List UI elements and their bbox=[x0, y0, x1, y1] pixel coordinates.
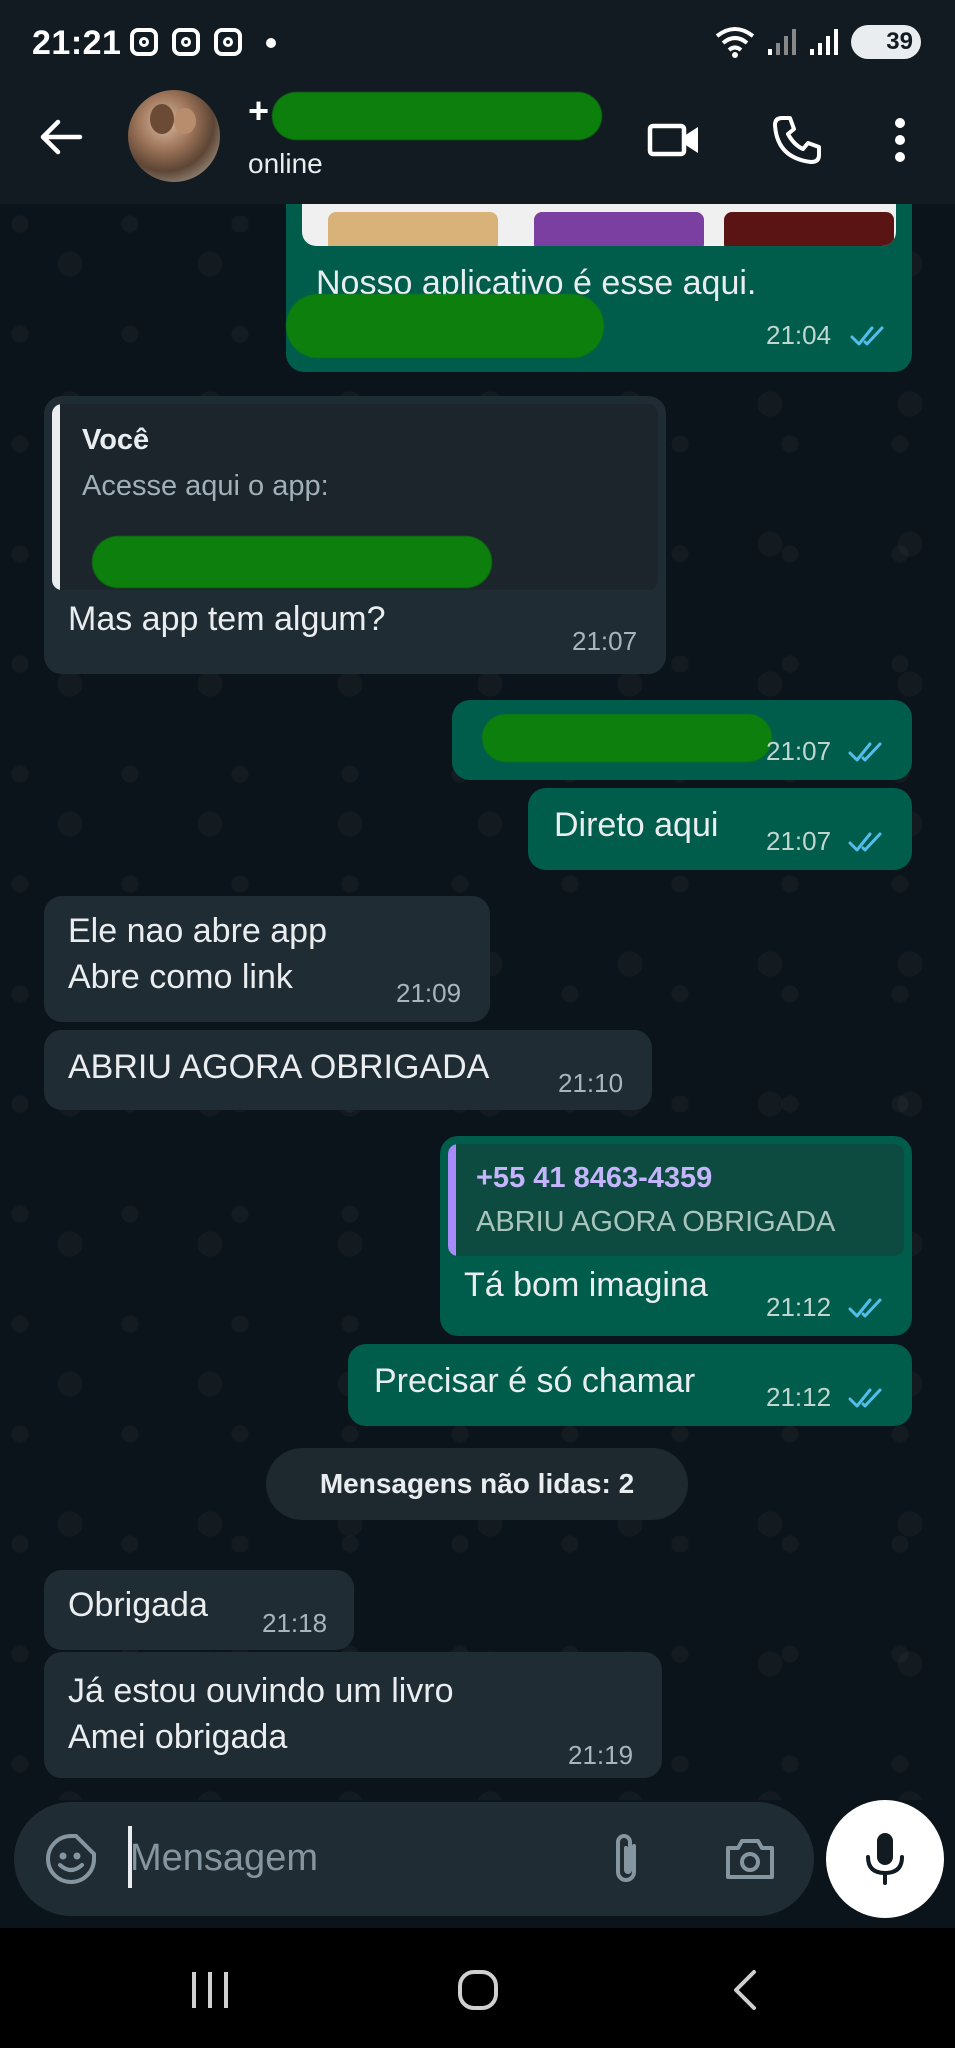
message-text: Tá bom imagina bbox=[464, 1266, 708, 1304]
message-text: Obrigada bbox=[68, 1586, 208, 1624]
instagram-notification-icon bbox=[172, 28, 200, 56]
read-ticks-icon bbox=[848, 832, 882, 852]
message-time: 21:04 bbox=[766, 320, 832, 350]
paperclip-icon[interactable] bbox=[606, 1830, 646, 1888]
more-notifications-dot-icon bbox=[266, 38, 276, 48]
read-ticks-icon bbox=[850, 326, 884, 346]
quote-bar bbox=[52, 404, 60, 590]
message-bubble-incoming[interactable]: Obrigada 21:18 bbox=[44, 1570, 354, 1650]
message-bubble-outgoing[interactable]: Nosso aplicativo é esse aqui. 21:04 bbox=[286, 204, 912, 372]
redacted-link bbox=[92, 536, 492, 588]
message-time: 21:19 bbox=[568, 1740, 634, 1770]
redacted-contact-number bbox=[272, 92, 602, 140]
signal-icon bbox=[768, 29, 796, 55]
message-time: 21:07 bbox=[766, 826, 832, 856]
redacted-link bbox=[286, 294, 604, 358]
quote-author: Você bbox=[82, 424, 150, 456]
video-call-icon[interactable] bbox=[646, 112, 702, 168]
contact-avatar[interactable] bbox=[128, 90, 220, 182]
read-ticks-icon bbox=[848, 742, 882, 762]
arrow-left-icon[interactable] bbox=[36, 112, 86, 162]
message-bubble-outgoing[interactable]: Direto aqui 21:07 bbox=[528, 788, 912, 870]
preview-thumbnail bbox=[328, 212, 498, 246]
message-time: 21:09 bbox=[396, 978, 462, 1008]
chat-header: + online bbox=[0, 84, 955, 204]
message-text: ABRIU AGORA OBRIGADA bbox=[68, 1048, 490, 1086]
message-bubble-incoming[interactable]: Você Acesse aqui o app: Mas app tem algu… bbox=[44, 396, 666, 674]
phone-icon[interactable] bbox=[768, 112, 824, 168]
contact-status: online bbox=[248, 148, 323, 179]
message-text: Já estou ouvindo um livro Amei obrigada bbox=[68, 1672, 454, 1756]
chat-area[interactable]: Nosso aplicativo é esse aqui. 21:04 Você… bbox=[0, 204, 955, 1800]
quote-text: ABRIU AGORA OBRIGADA bbox=[476, 1206, 836, 1238]
microphone-button[interactable] bbox=[826, 1800, 944, 1918]
battery-indicator: 39 bbox=[851, 25, 921, 59]
unread-messages-divider: Mensagens não lidas: 2 bbox=[266, 1448, 688, 1520]
sticker-icon[interactable] bbox=[44, 1832, 98, 1886]
message-text: Mas app tem algum? bbox=[68, 600, 386, 638]
system-navigation-bar bbox=[0, 1928, 955, 2048]
quote-bar bbox=[448, 1144, 456, 1256]
message-time: 21:07 bbox=[766, 736, 832, 766]
link-preview-image[interactable] bbox=[302, 204, 896, 246]
message-text: Precisar é só chamar bbox=[374, 1362, 696, 1400]
quoted-message[interactable]: +55 41 8463-4359 ABRIU AGORA OBRIGADA bbox=[448, 1144, 904, 1256]
quote-author: +55 41 8463-4359 bbox=[476, 1162, 713, 1194]
back-nav-icon[interactable] bbox=[730, 1968, 760, 2012]
camera-icon[interactable] bbox=[724, 1834, 776, 1882]
wifi-icon bbox=[715, 27, 755, 58]
message-bubble-incoming[interactable]: Ele nao abre app Abre como link 21:09 bbox=[44, 896, 490, 1022]
message-composer bbox=[14, 1802, 814, 1916]
instagram-notification-icon bbox=[214, 28, 242, 56]
battery-level: 39 bbox=[886, 28, 913, 55]
read-ticks-icon bbox=[848, 1388, 882, 1408]
message-bubble-outgoing[interactable]: Precisar é só chamar 21:12 bbox=[348, 1344, 912, 1426]
status-time: 21:21 bbox=[32, 24, 122, 62]
preview-thumbnail bbox=[724, 212, 894, 246]
status-bar: 21:21 39 bbox=[0, 0, 955, 84]
quote-text: Acesse aqui o app: bbox=[82, 470, 329, 502]
contact-name[interactable]: + bbox=[248, 90, 269, 132]
message-bubble-incoming[interactable]: ABRIU AGORA OBRIGADA 21:10 bbox=[44, 1030, 652, 1110]
more-vert-icon[interactable] bbox=[872, 112, 928, 168]
quoted-message[interactable]: Você Acesse aqui o app: bbox=[52, 404, 658, 590]
message-time: 21:12 bbox=[766, 1292, 832, 1322]
message-text: Direto aqui bbox=[554, 806, 719, 844]
instagram-notification-icon bbox=[130, 28, 158, 56]
message-input[interactable] bbox=[130, 1832, 600, 1884]
preview-thumbnail bbox=[534, 212, 704, 246]
signal-icon bbox=[810, 29, 838, 55]
home-icon[interactable] bbox=[456, 1968, 500, 2012]
message-text: Ele nao abre app Abre como link bbox=[68, 912, 327, 996]
message-time: 21:07 bbox=[572, 626, 638, 656]
message-bubble-outgoing[interactable]: 21:07 bbox=[452, 700, 912, 780]
microphone-icon bbox=[866, 1833, 904, 1885]
message-time: 21:18 bbox=[262, 1608, 328, 1638]
message-bubble-outgoing[interactable]: +55 41 8463-4359 ABRIU AGORA OBRIGADA Tá… bbox=[440, 1136, 912, 1336]
message-bubble-incoming[interactable]: Já estou ouvindo um livro Amei obrigada … bbox=[44, 1652, 662, 1778]
message-time: 21:12 bbox=[766, 1382, 832, 1412]
message-time: 21:10 bbox=[558, 1068, 624, 1098]
recent-apps-icon[interactable] bbox=[188, 1970, 232, 2010]
redacted-link bbox=[482, 714, 772, 762]
read-ticks-icon bbox=[848, 1298, 882, 1318]
